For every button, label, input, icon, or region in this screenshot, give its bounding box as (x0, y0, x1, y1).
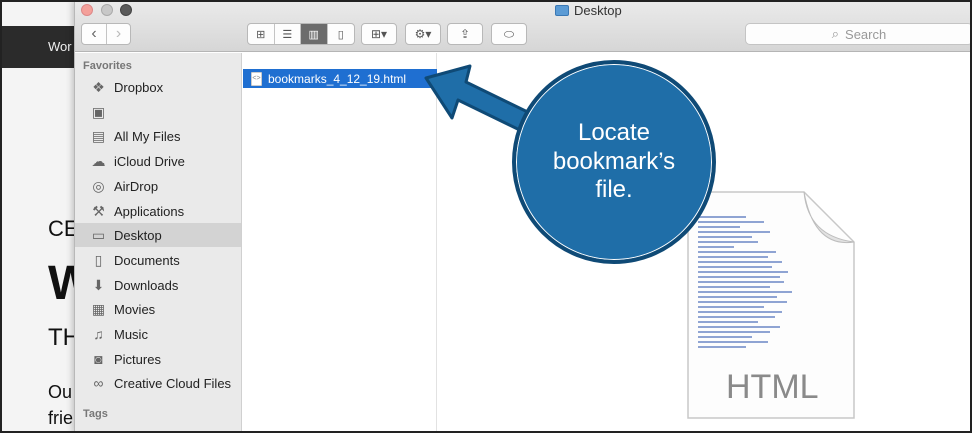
view-mode-buttons: ⊞ ☰ ▥ ▯ (247, 23, 355, 45)
minimize-window-button[interactable] (101, 4, 113, 16)
list-icon: ☰ (282, 28, 293, 41)
sidebar-item-label: All My Files (114, 128, 181, 144)
sidebar-item-label: Dropbox (114, 79, 164, 95)
tags-heading: Tags (83, 408, 108, 420)
sidebar-item-label: Movies (114, 301, 156, 317)
sidebar-item-label: Desktop (114, 227, 162, 243)
dropbox-icon: ❖ (92, 78, 105, 95)
sidebar-item-airdrop[interactable]: ◎ AirDrop (75, 174, 241, 198)
window-title-text: Desktop (574, 3, 622, 18)
preview-type-label: HTML (726, 368, 819, 406)
all-files-icon: ▤ (91, 127, 106, 144)
search-field[interactable]: ⌕ Search (745, 23, 972, 45)
arrange-grid-icon: ⊞▾ (370, 27, 388, 41)
sidebar-item-music[interactable]: ♫ Music (75, 322, 241, 346)
applications-icon: ⚒ (92, 202, 105, 219)
zoom-window-button[interactable] (120, 4, 132, 16)
sidebar-item-documents[interactable]: ▯ Documents (75, 248, 241, 272)
sidebar: Favorites ❖ Dropbox ▣ ▤ All My Files ☁ i… (75, 53, 242, 433)
file-row-selected[interactable]: <> bookmarks_4_12_19.html (243, 69, 437, 88)
column-view-button[interactable]: ▥ (301, 24, 328, 44)
html-file-icon: <> (251, 71, 262, 86)
background-text-5: frie (48, 408, 74, 428)
cloud-icon: ☁ (91, 152, 106, 169)
file-name: bookmarks_4_12_19.html (268, 71, 407, 86)
sidebar-item-label: AirDrop (114, 178, 159, 194)
search-icon: ⌕ (831, 26, 840, 41)
sidebar-item-label: Documents (114, 252, 180, 268)
downloads-icon: ⬇ (92, 276, 105, 293)
columns-icon: ▥ (308, 28, 319, 41)
sidebar-item-creative-cloud-files[interactable]: ∞ Creative Cloud Files (75, 371, 241, 395)
document-preview-lines (698, 216, 818, 351)
close-window-button[interactable] (81, 4, 93, 16)
background-text-4: Ou (48, 382, 73, 402)
sidebar-item-label: Music (114, 326, 148, 342)
grid-icon: ⊞ (256, 28, 266, 41)
sidebar-item-dropbox[interactable]: ❖ Dropbox (75, 75, 241, 99)
favorites-heading: Favorites (83, 60, 132, 72)
share-icon: ⇪ (459, 27, 471, 41)
background-nav-text: Wor (48, 39, 72, 54)
title-bar: Desktop ‹ › ⊞ ☰ ▥ ▯ ⊞▾ ⚙▾ ⇪ ⬭ ⌕ Search (75, 0, 972, 52)
sidebar-item-label: Creative Cloud Files (114, 375, 232, 391)
sidebar-item-label: Applications (114, 203, 185, 219)
icon-view-button[interactable]: ⊞ (248, 24, 275, 44)
airdrop-icon: ◎ (92, 177, 105, 194)
action-menu-button[interactable]: ⚙▾ (405, 23, 441, 45)
sidebar-item-hard-drive[interactable]: ▣ (75, 100, 241, 124)
sidebar-item-pictures[interactable]: ◙ Pictures (75, 347, 241, 371)
callout-text: Locate bookmark’s file. (552, 118, 676, 204)
hard-drive-icon: ▣ (91, 103, 106, 120)
search-placeholder: Search (845, 26, 887, 42)
sidebar-item-movies[interactable]: ▦ Movies (75, 297, 241, 321)
sidebar-item-label: iCloud Drive (114, 153, 185, 169)
navigation-buttons: ‹ › (81, 23, 131, 45)
sidebar-item-label: Pictures (114, 351, 161, 367)
gear-icon: ⚙▾ (414, 27, 432, 41)
annotation-callout: Locate bookmark’s file. (512, 60, 716, 264)
background-nav-bar: Wor (0, 26, 80, 68)
music-icon: ♫ (93, 326, 104, 342)
sidebar-item-desktop[interactable]: ▭ Desktop (75, 223, 241, 247)
sidebar-item-all-my-files[interactable]: ▤ All My Files (75, 124, 241, 148)
file-preview: HTML (686, 190, 856, 420)
list-view-button[interactable]: ☰ (275, 24, 301, 44)
file-column: <> bookmarks_4_12_19.html (243, 53, 437, 433)
back-button[interactable]: ‹ (82, 24, 106, 44)
creative-cloud-icon: ∞ (93, 375, 104, 391)
tag-button[interactable]: ⬭ (491, 23, 527, 45)
cover-flow-icon: ▯ (337, 28, 344, 41)
pictures-icon: ◙ (94, 351, 103, 367)
sidebar-item-icloud-drive[interactable]: ☁ iCloud Drive (75, 149, 241, 173)
movies-icon: ▦ (91, 300, 106, 317)
chevron-left-icon: ‹ (91, 25, 97, 42)
cover-flow-button[interactable]: ▯ (328, 24, 354, 44)
sidebar-item-downloads[interactable]: ⬇ Downloads (75, 273, 241, 297)
sidebar-item-applications[interactable]: ⚒ Applications (75, 199, 241, 223)
tag-icon: ⬭ (503, 26, 515, 41)
desktop-icon: ▭ (91, 226, 106, 243)
chevron-right-icon: › (115, 25, 122, 42)
arrange-button[interactable]: ⊞▾ (361, 23, 397, 45)
forward-button[interactable]: › (105, 24, 130, 44)
sidebar-item-label: Downloads (114, 277, 179, 293)
documents-icon: ▯ (94, 251, 103, 268)
share-button[interactable]: ⇪ (447, 23, 483, 45)
window-title: Desktop (555, 3, 622, 18)
folder-icon (555, 5, 569, 16)
background-webpage: Wor CE W TH Ou frie (0, 0, 80, 433)
finder-window: Desktop ‹ › ⊞ ☰ ▥ ▯ ⊞▾ ⚙▾ ⇪ ⬭ ⌕ Search F… (74, 0, 972, 433)
